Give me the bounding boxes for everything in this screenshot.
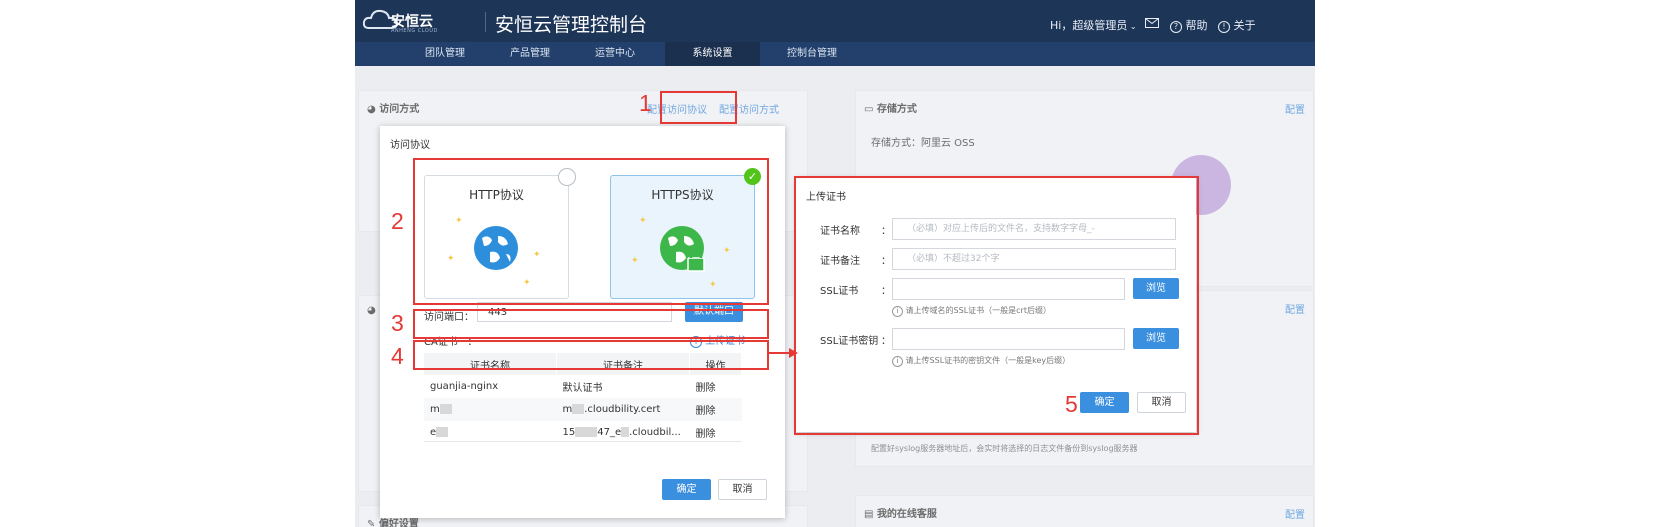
annotation-box-upload [794,176,1199,435]
annotation-number: 5 [1065,391,1078,417]
cancel-button[interactable]: 取消 [718,479,767,500]
annotation-box-1 [660,91,737,124]
screenshot: 安恒云 ANHENG CLOUD 安恒云管理控制台 Hi，超级管理员 ⌄ ? 帮… [355,0,1315,527]
header-divider [485,12,486,32]
delete-link[interactable]: 删除 [690,375,742,398]
table-row: m m .cloudbility.cert 删除 [424,398,742,421]
logo-subtitle: ANHENG CLOUD [391,28,438,34]
ok-button[interactable]: 确定 [662,479,711,500]
nav-system-settings[interactable]: 系统设置 [665,42,760,66]
app-title: 安恒云管理控制台 [495,14,648,36]
info-icon: ! [1218,21,1230,33]
redaction [436,427,449,437]
dialog-title: 访问协议 [390,140,430,151]
nav-team[interactable]: 团队管理 [405,42,485,66]
cert-name: guanjia-nginx [430,381,499,392]
help-label: 帮助 [1185,19,1208,32]
annotation-box-2 [413,158,769,305]
table-row: guanjia-nginx 默认证书 删除 [424,375,742,398]
help-link[interactable]: ? 帮助 [1170,17,1208,33]
annotation-number: 3 [391,310,404,336]
redaction [621,427,630,437]
mail-icon[interactable] [1145,18,1159,28]
about-label: 关于 [1233,19,1256,32]
annotation-box-4 [413,340,769,370]
about-link[interactable]: ! 关于 [1218,17,1256,33]
annotation-box-3 [413,309,769,339]
cert-note: 默认证书 [562,383,603,394]
cert-name: m [424,398,557,421]
main-nav: 团队管理 产品管理 运营中心 系统设置 控制台管理 [355,42,1315,66]
cert-note: m .cloudbility.cert [556,398,690,421]
annotation-number: 2 [391,208,404,234]
redaction [572,404,585,414]
help-icon: ? [1170,21,1182,33]
user-menu[interactable]: Hi，超级管理员 ⌄ [1050,17,1137,33]
redaction [439,404,452,414]
nav-operations[interactable]: 运营中心 [575,42,655,66]
redaction [575,427,598,437]
chevron-down-icon: ⌄ [1127,22,1137,31]
annotation-number: 1 [639,90,652,116]
arrow-right-icon [767,348,798,358]
nav-products[interactable]: 产品管理 [490,42,570,66]
nav-console[interactable]: 控制台管理 [767,42,857,66]
annotation-number: 4 [391,343,404,369]
table-bottom-line [424,441,742,442]
delete-link[interactable]: 删除 [689,398,742,421]
user-greeting: Hi，超级管理员 [1050,19,1128,32]
top-header: 安恒云 ANHENG CLOUD 安恒云管理控制台 Hi，超级管理员 ⌄ ? 帮… [355,0,1315,42]
